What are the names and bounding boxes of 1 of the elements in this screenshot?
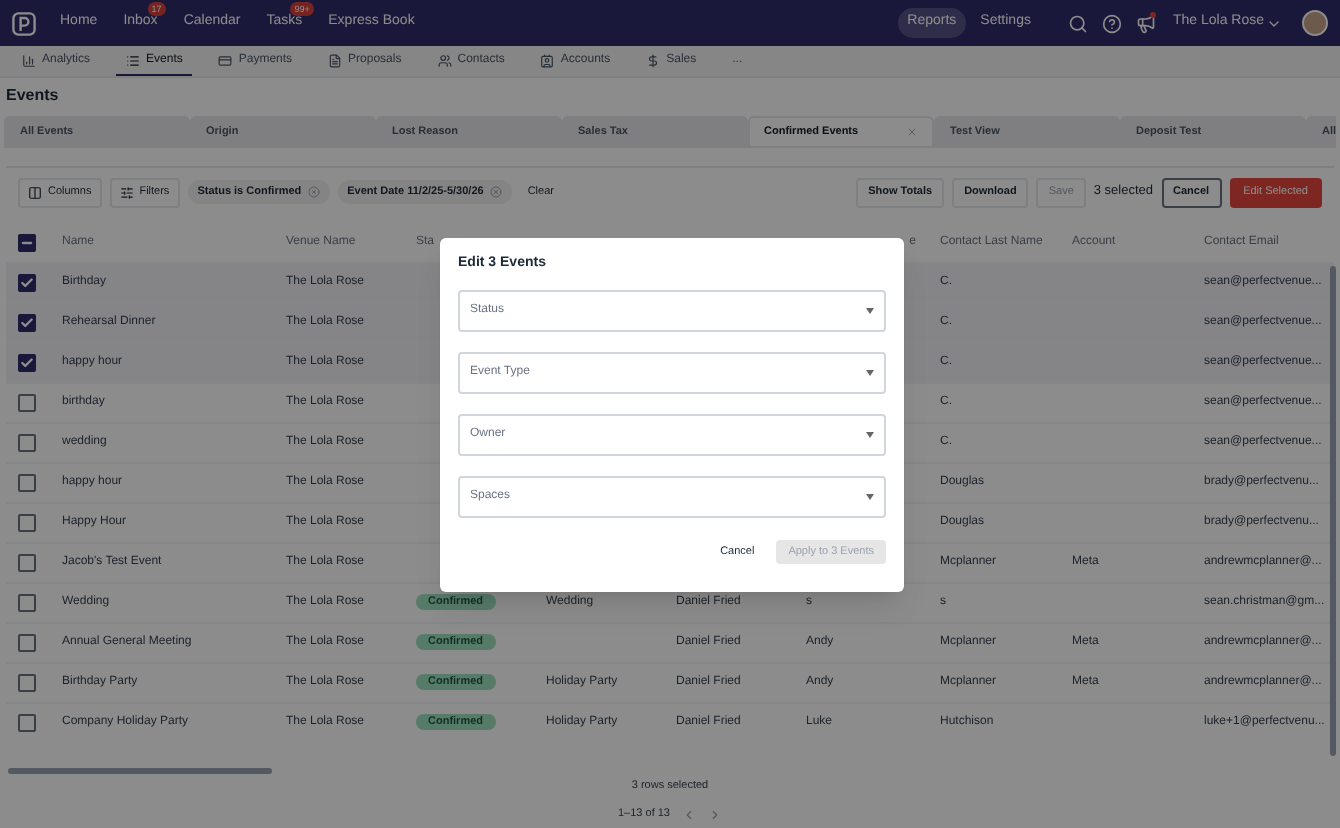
page-title: Events bbox=[4, 84, 61, 108]
